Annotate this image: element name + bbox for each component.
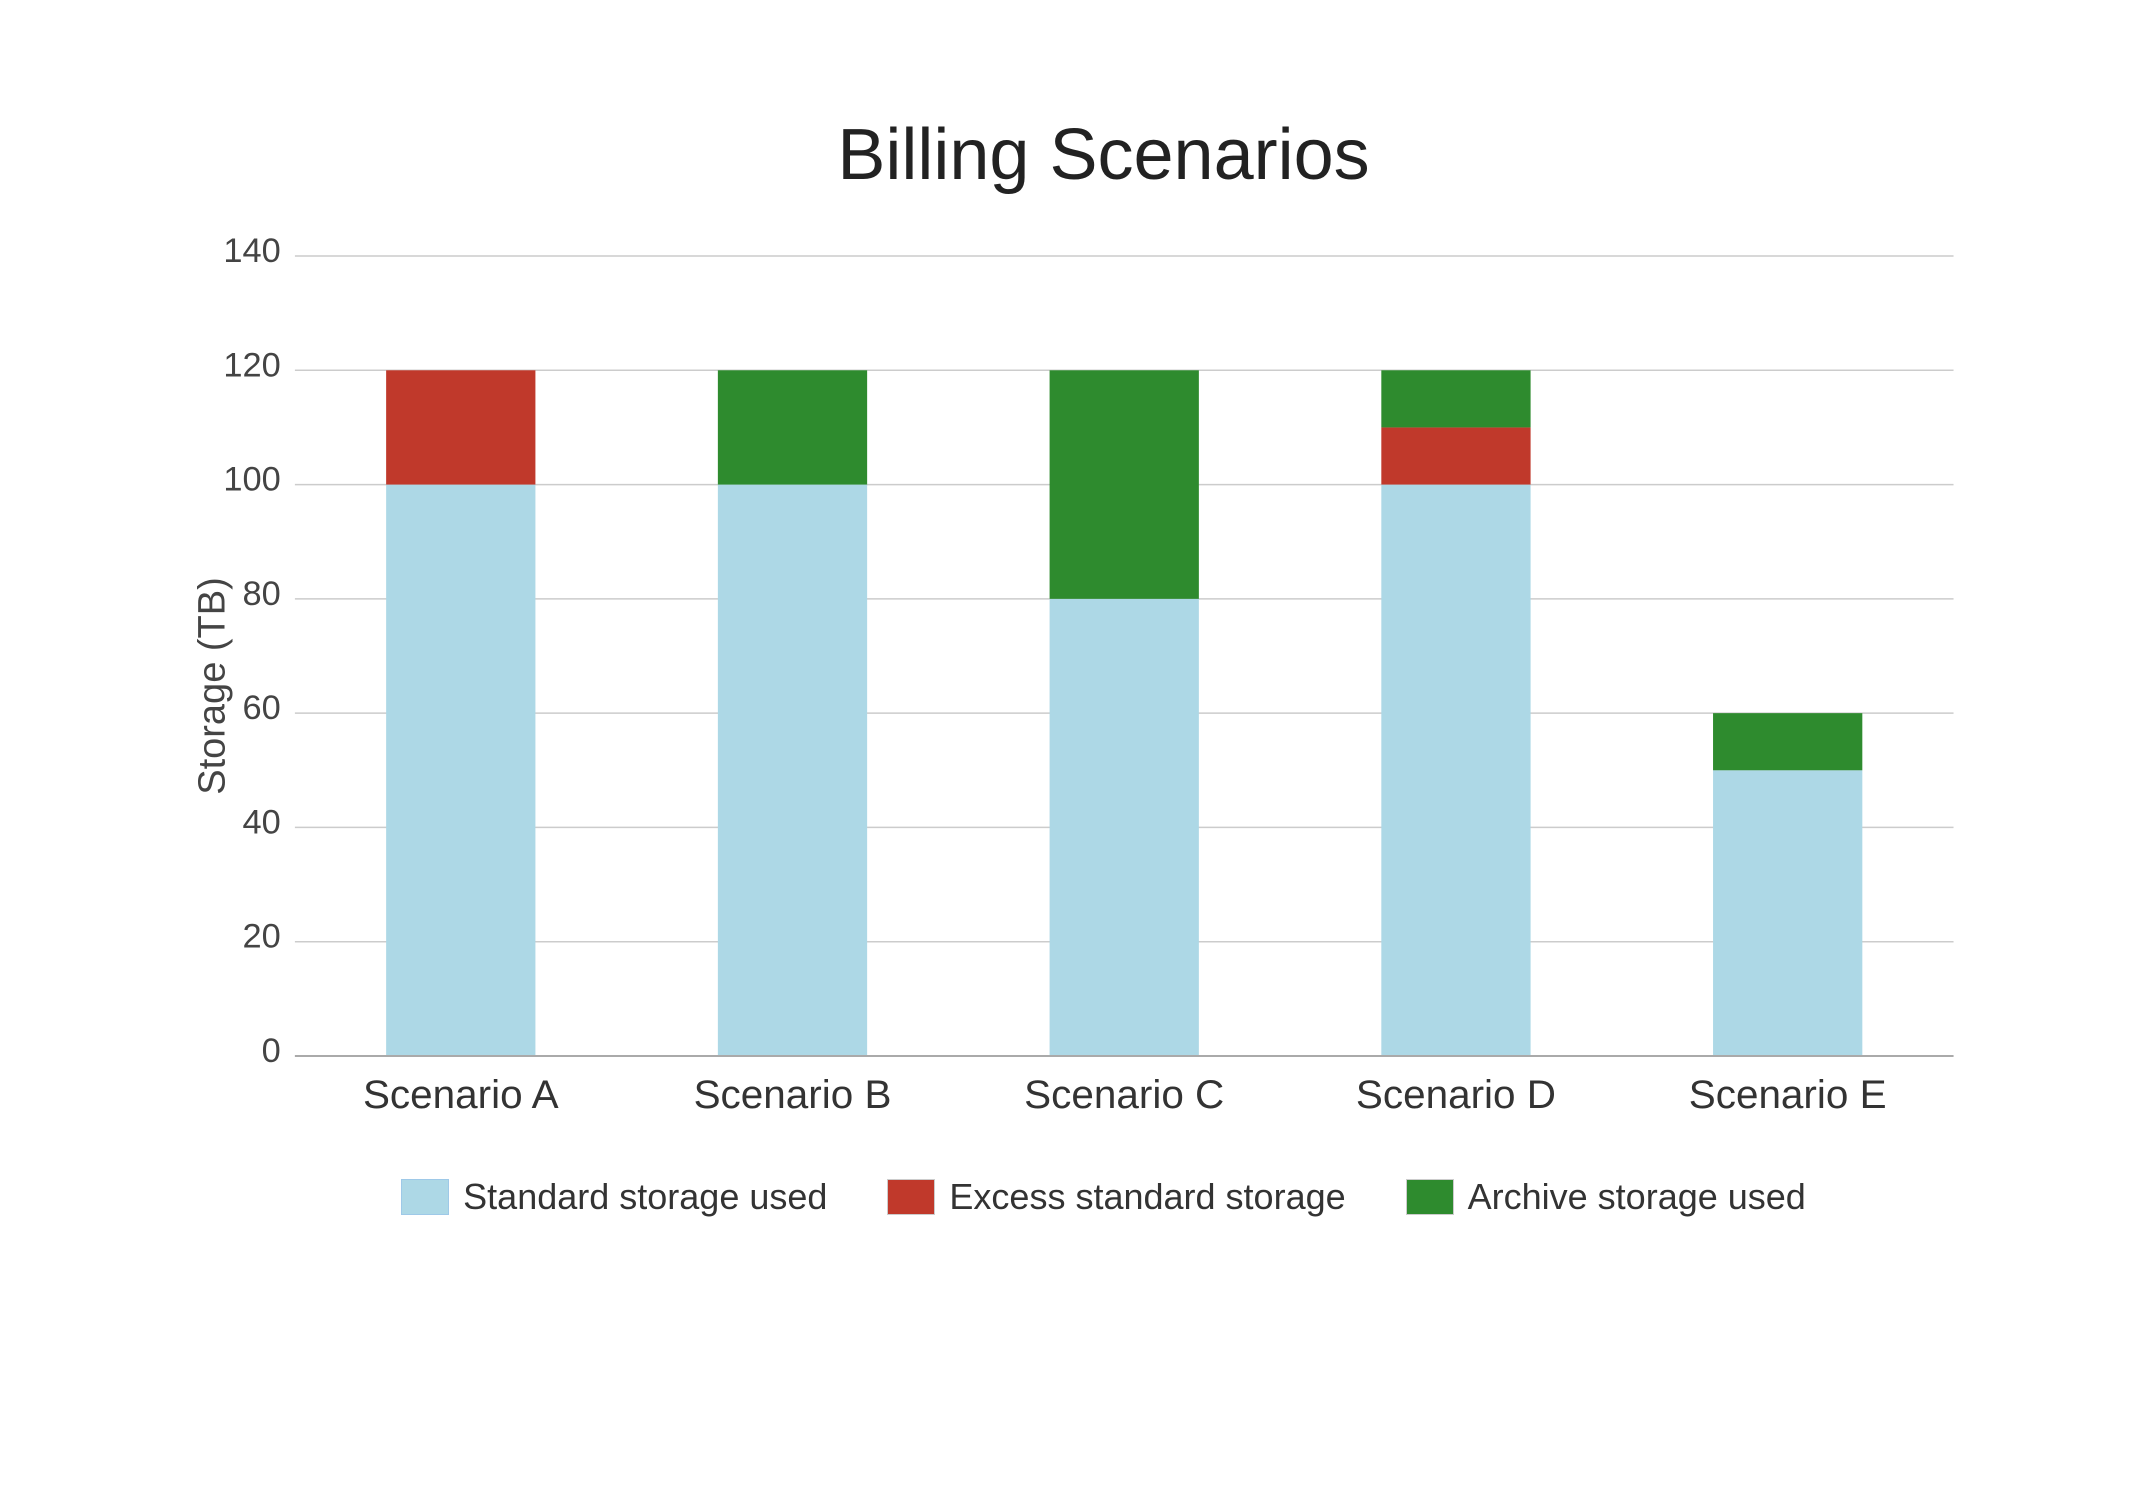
legend: Standard storage used Excess standard sto… <box>214 1176 1994 1218</box>
legend-swatch-archive <box>1406 1179 1454 1215</box>
chart-svg: 0 20 40 60 80 100 120 140 Scenario A Scenario B Sc… <box>214 236 1994 1136</box>
svg-text:Scenario E: Scenario E <box>1688 1072 1886 1117</box>
chart-area: Storage (TB) 020406080100120140Scenario … <box>214 236 1994 1136</box>
svg-text:20: 20 <box>242 917 280 955</box>
svg-text:Scenario A: Scenario A <box>362 1072 558 1117</box>
svg-text:120: 120 <box>223 346 280 384</box>
svg-text:40: 40 <box>242 803 280 841</box>
legend-swatch-standard <box>401 1179 449 1215</box>
svg-text:80: 80 <box>242 575 280 613</box>
svg-text:Scenario B: Scenario B <box>693 1072 891 1117</box>
legend-label-archive: Archive storage used <box>1468 1176 1806 1218</box>
svg-text:Scenario D: Scenario D <box>1355 1072 1555 1117</box>
legend-label-excess: Excess standard storage <box>949 1176 1345 1218</box>
legend-item-excess: Excess standard storage <box>887 1176 1345 1218</box>
svg-text:100: 100 <box>223 460 280 498</box>
legend-item-standard: Standard storage used <box>401 1176 827 1218</box>
chart-container: Billing Scenarios Storage (TB) 020406080… <box>74 54 2074 1454</box>
svg-text:Scenario C: Scenario C <box>1024 1072 1224 1117</box>
bars-area: 0 20 40 60 80 100 120 140 Scenario A Scenario B Sc… <box>214 236 1994 1136</box>
svg-text:0: 0 <box>261 1032 280 1070</box>
chart-title: Billing Scenarios <box>214 114 1994 196</box>
legend-label-standard: Standard storage used <box>463 1176 827 1218</box>
legend-swatch-excess <box>887 1179 935 1215</box>
svg-text:140: 140 <box>223 236 280 270</box>
svg-text:60: 60 <box>242 689 280 727</box>
legend-item-archive: Archive storage used <box>1406 1176 1806 1218</box>
